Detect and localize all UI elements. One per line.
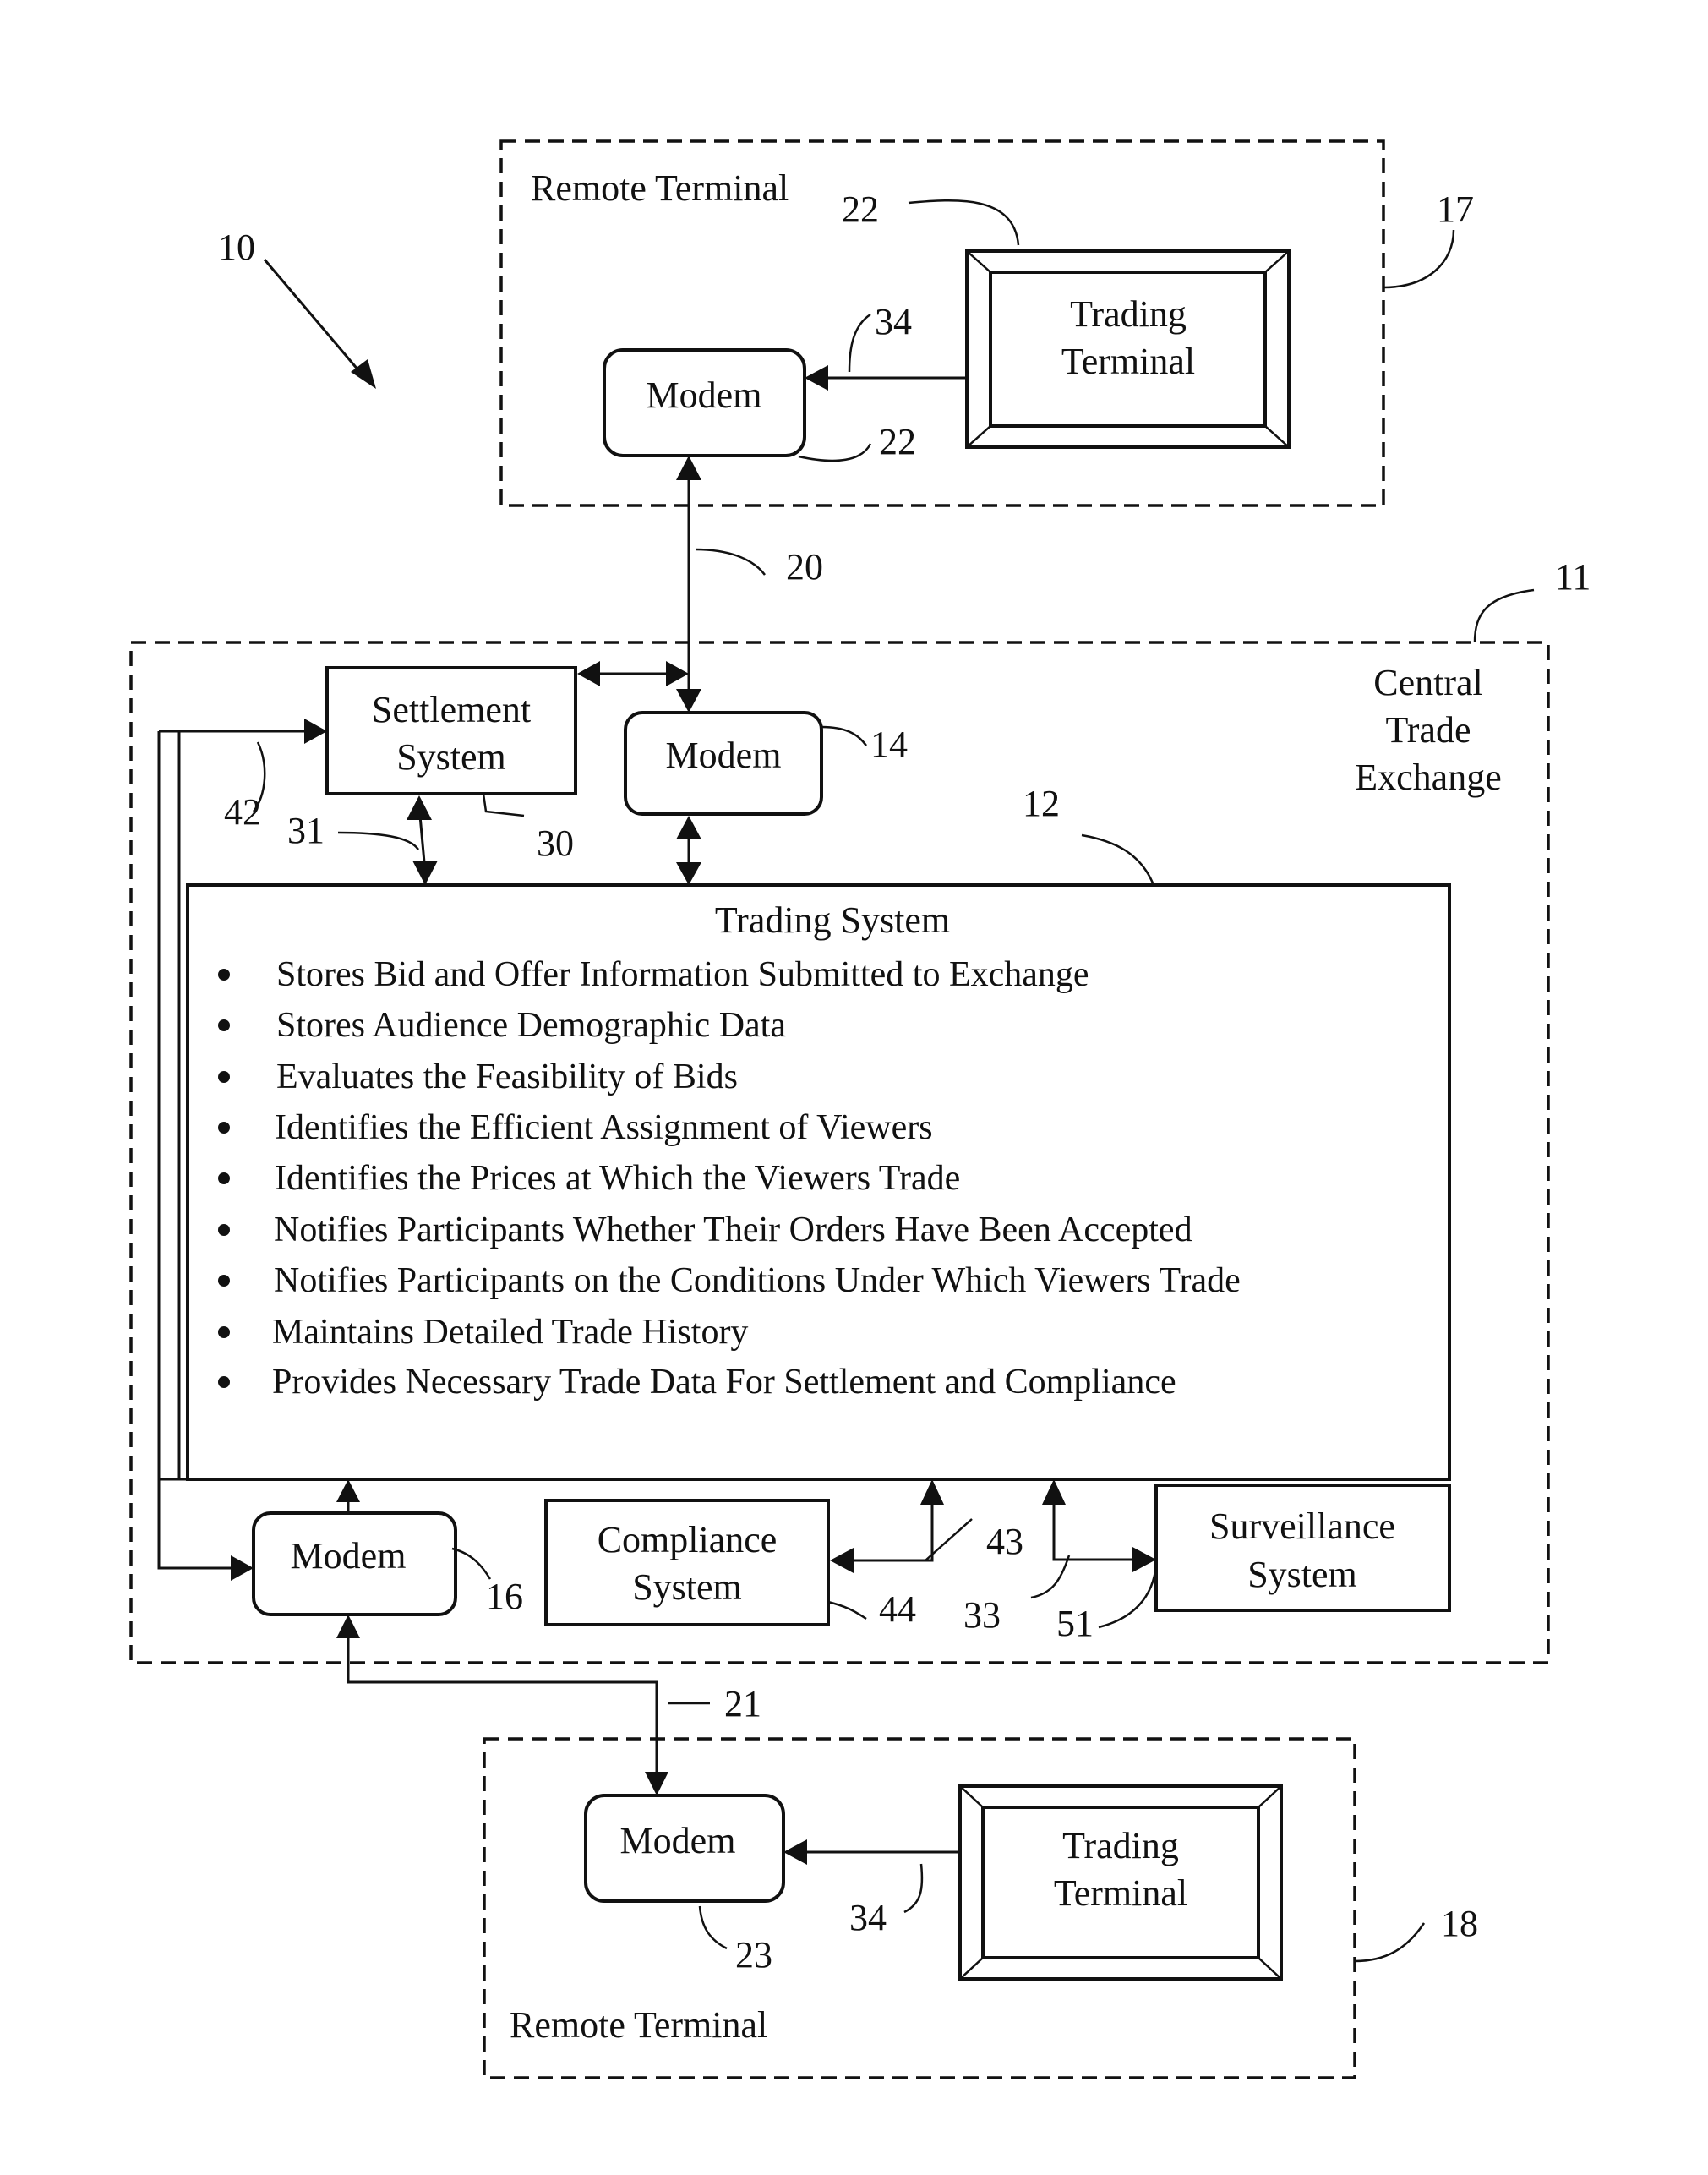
ref-23: 23 [735,1934,772,1976]
modem-14: Modem [624,711,823,816]
ref-34-bottom: 34 [849,1897,887,1938]
svg-text:Compliance: Compliance [598,1519,778,1560]
svg-text:Modem: Modem [291,1535,407,1577]
ref-21: 21 [724,1683,761,1724]
svg-text:Notifies Participants on the C: Notifies Participants on the Conditions … [274,1261,1241,1300]
surveillance-system: Surveillance System [1154,1484,1451,1612]
svg-text:Modem: Modem [647,374,762,416]
svg-text:Identifies the Efficient Assig: Identifies the Efficient Assignment of V… [275,1108,933,1147]
ref-34-top: 34 [875,301,912,342]
modem-bottom: Modem [584,1794,785,1903]
compliance-system: Compliance System [544,1499,830,1626]
ref-33: 33 [963,1594,1001,1636]
trading-system: Trading System Stores Bid and Offer Info… [186,883,1451,1481]
ref-14: 14 [870,724,908,765]
ref-51: 51 [1056,1603,1094,1644]
ref-22-terminal: 22 [842,189,879,230]
svg-text:Terminal: Terminal [1054,1872,1187,1914]
svg-text:Surveillance: Surveillance [1209,1506,1395,1547]
trading-terminal-bottom: Trading Terminal [958,1784,1283,1981]
svg-text:System: System [632,1566,742,1608]
ref-16: 16 [486,1576,523,1617]
svg-text:10: 10 [218,227,255,268]
svg-text:Modem: Modem [620,1820,736,1861]
remote-terminal-bottom-label: Remote Terminal [510,2004,767,2046]
modem-16: Modem [252,1511,457,1616]
bullet-item: Identifies the Efficient Assignment of V… [218,1108,933,1147]
svg-text:Settlement: Settlement [372,689,531,730]
svg-text:Exchange: Exchange [1355,757,1501,798]
remote-terminal-bottom: Remote Terminal 18 Trading Terminal Mode… [483,1737,1478,2079]
bullet-item: Notifies Participants Whether Their Orde… [218,1210,1192,1249]
ref-18: 18 [1441,1903,1478,1944]
bullet-item: Provides Necessary Trade Data For Settle… [218,1363,1176,1402]
remote-terminal-top-label: Remote Terminal [531,167,789,209]
bullet-item: Evaluates the Feasibility of Bids [218,1057,738,1096]
patent-diagram: 10 Remote Terminal 17 Trading Terminal 2… [129,139,1591,2079]
svg-text:Stores Audience Demographic Da: Stores Audience Demographic Data [276,1006,786,1045]
ref-12: 12 [1023,783,1060,824]
svg-text:System: System [396,736,506,778]
ref-43: 43 [986,1521,1023,1562]
svg-text:System: System [1247,1554,1357,1595]
bullet-item: Maintains Detailed Trade History [218,1313,748,1352]
trading-terminal-top: Trading Terminal [965,249,1291,449]
bullet-item: Identifies the Prices at Which the Viewe… [218,1159,960,1198]
ref-44: 44 [879,1588,916,1630]
link-20: 20 [676,456,823,713]
settlement-system: Settlement System [325,666,577,795]
ref-11: 11 [1555,556,1591,598]
modem-top: Modem [603,348,806,457]
svg-text:Provides Necessary Trade Data: Provides Necessary Trade Data For Settle… [272,1363,1176,1402]
svg-text:Terminal: Terminal [1061,341,1195,382]
svg-text:Modem: Modem [666,735,782,776]
bullet-item: Stores Bid and Offer Information Submitt… [218,955,1089,994]
ref-20: 20 [786,546,823,587]
svg-text:Trading: Trading [1070,293,1187,335]
ref-42: 42 [224,791,261,833]
svg-text:Notifies Participants Whether: Notifies Participants Whether Their Orde… [274,1210,1192,1249]
svg-text:Trading: Trading [1062,1825,1179,1866]
svg-text:Central: Central [1373,662,1483,703]
ref-22-modem: 22 [879,421,916,462]
svg-text:Maintains Detailed Trade Histo: Maintains Detailed Trade History [272,1313,748,1352]
svg-text:Trade: Trade [1385,709,1471,751]
svg-text:Identifies the Prices at Which: Identifies the Prices at Which the Viewe… [275,1159,960,1198]
ref-31: 31 [287,810,325,851]
bullet-item: Notifies Participants on the Conditions … [218,1261,1241,1300]
svg-text:Stores Bid and Offer Informati: Stores Bid and Offer Information Submitt… [276,955,1089,994]
ref-30: 30 [537,822,574,864]
bullet-item: Stores Audience Demographic Data [218,1006,786,1045]
central-trade-exchange: Central Trade Exchange 11 Settlement Sys… [129,556,1591,1664]
trading-system-title: Trading System [715,899,950,941]
svg-text:Evaluates the Feasibility of B: Evaluates the Feasibility of Bids [276,1057,738,1096]
figure-ref-10: 10 [218,227,376,389]
remote-terminal-top: Remote Terminal 17 Trading Terminal 22 M… [499,139,1474,507]
link-21: 21 [336,1615,761,1795]
ref-17: 17 [1437,189,1474,230]
